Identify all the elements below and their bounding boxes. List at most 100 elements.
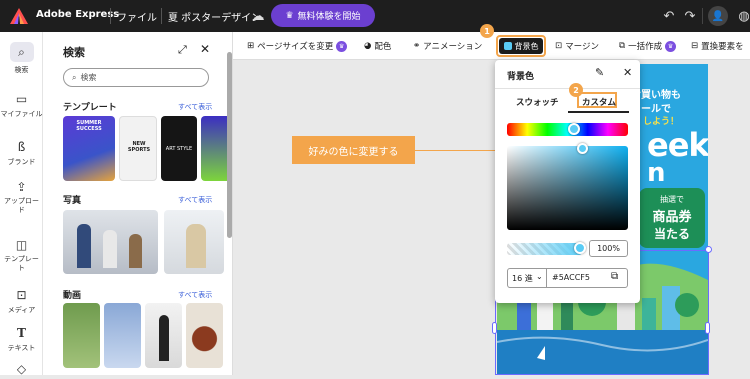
divider: [110, 8, 111, 24]
rail-item-search[interactable]: ⌕ 検索: [0, 42, 43, 75]
hue-slider-handle[interactable]: [568, 123, 580, 135]
cloud-icon: ☁: [251, 8, 265, 24]
photo-thumbnail[interactable]: [164, 210, 224, 274]
poster-badge: 抽選で 商品券 当たる: [639, 188, 705, 248]
crown-icon: ♛: [336, 40, 348, 52]
undo-icon[interactable]: ↶: [661, 8, 677, 24]
eyedropper-icon[interactable]: ✎: [595, 66, 604, 79]
rail-label: テンプレート: [4, 255, 39, 272]
video-thumbnail[interactable]: [145, 303, 182, 368]
rail-item-more[interactable]: ◇: [0, 362, 43, 379]
thumb-text: ART STYLE: [165, 146, 193, 152]
search-icon: ⌕: [72, 72, 77, 82]
resize-handle[interactable]: [705, 322, 710, 334]
see-all-link[interactable]: すべて表示: [178, 290, 212, 300]
margin-icon: ⊡: [555, 41, 563, 51]
photo-figure: [129, 234, 142, 268]
popup-title: 背景色: [507, 72, 535, 82]
section-title-photos: 写真: [63, 196, 82, 206]
step-badge-2: 2: [569, 83, 583, 97]
saturation-picker[interactable]: [507, 146, 628, 230]
redo-icon[interactable]: ↷: [682, 8, 698, 24]
rail-label: マイファイル: [0, 110, 43, 118]
rail-label: テキスト: [7, 344, 36, 352]
template-icon: ◫: [15, 238, 28, 252]
file-menu[interactable]: ファイル: [117, 9, 157, 24]
divider: [702, 8, 703, 24]
tool-label: 配色: [374, 42, 392, 52]
opacity-input[interactable]: 100%: [589, 240, 628, 257]
annotation-callout: 好みの色に変更する: [292, 136, 415, 164]
tool-label: 置換要素を: [701, 42, 744, 52]
opacity-gradient: [507, 243, 582, 255]
resize-handle[interactable]: [705, 246, 712, 253]
search-input[interactable]: ⌕ 検索: [63, 68, 209, 87]
tool-label: マージン: [565, 42, 599, 52]
photo-figure: [77, 224, 91, 268]
rail-item-templates[interactable]: ◫ テンプレート: [0, 238, 43, 273]
batch-create-button[interactable]: ⧉ 一括作成 ♛: [619, 40, 677, 52]
page-size-button[interactable]: ⊞ ページサイズを変更 ♛: [247, 40, 348, 52]
trial-button-label: 無料体験を開始: [297, 12, 361, 22]
tab-custom[interactable]: カスタム: [582, 96, 616, 108]
saturation-handle[interactable]: [577, 143, 588, 154]
poster-badge-text: 抽選で: [660, 195, 684, 204]
rail-label: アップロード: [4, 197, 39, 214]
see-all-link[interactable]: すべて表示: [178, 195, 212, 205]
shapes-icon: ◇: [16, 362, 27, 376]
video-thumbnail[interactable]: [186, 303, 223, 368]
rail-label: ブランド: [7, 158, 36, 166]
animation-button[interactable]: ⚭ アニメーション: [413, 40, 482, 52]
section-title-videos: 動画: [63, 291, 82, 301]
resize-icon: ⊞: [247, 41, 255, 51]
tab-swatch[interactable]: スウォッチ: [516, 96, 559, 108]
expand-icon[interactable]: ⤢: [178, 43, 187, 57]
close-icon[interactable]: ✕: [623, 66, 632, 79]
document-title[interactable]: 夏 ポスターデザイン: [168, 9, 261, 24]
crown-icon: ♛: [665, 40, 677, 52]
brand-icon: ß: [17, 140, 26, 154]
app-name: Adobe Express: [36, 9, 120, 20]
rail-item-myfiles[interactable]: ▭ マイファイル: [0, 92, 43, 119]
divider: [546, 268, 547, 288]
video-thumbnail[interactable]: [104, 303, 141, 368]
video-thumbnail[interactable]: [63, 303, 100, 368]
close-icon[interactable]: ✕: [200, 42, 210, 56]
copy-icon[interactable]: ⧉: [611, 271, 618, 282]
thumb-text: NEW SPORTS: [127, 141, 151, 153]
template-thumbnail[interactable]: NEW SPORTS: [119, 116, 157, 181]
rail-label: 検索: [14, 66, 29, 74]
rail-item-media[interactable]: ⊡ メディア: [0, 288, 43, 315]
poster-headline: n: [647, 158, 666, 188]
format-select[interactable]: 16 進: [512, 273, 533, 284]
opacity-slider[interactable]: [507, 243, 582, 255]
rail-item-upload[interactable]: ⇪ アップロード: [0, 180, 43, 215]
color-scheme-button[interactable]: ◕ 配色: [364, 40, 391, 52]
adobe-express-logo-icon: [10, 8, 28, 24]
video-figure: [159, 315, 169, 361]
thumb-text: SUMMER SUCCESS: [76, 120, 102, 132]
photo-thumbnail[interactable]: [63, 210, 158, 274]
poster-badge-text: 商品券: [652, 210, 692, 225]
chevron-down-icon[interactable]: ⌄: [536, 272, 543, 281]
photo-figure: [186, 224, 206, 268]
rail-item-text[interactable]: T テキスト: [0, 326, 43, 353]
search-panel: 検索 ⤢ ✕ ⌕ 検索 テンプレート すべて表示 SUMMER SUCCESS N…: [43, 32, 233, 375]
hex-input[interactable]: #5ACCF5: [552, 273, 590, 282]
trial-button[interactable]: ♛ 無料体験を開始: [271, 4, 375, 27]
replace-button[interactable]: ⊟ 置換要素を: [691, 40, 744, 52]
template-thumbnail[interactable]: SUMMER SUCCESS: [63, 116, 115, 181]
panel-scrollbar[interactable]: [227, 52, 232, 238]
opacity-handle[interactable]: [574, 242, 586, 254]
section-title-templates: テンプレート: [63, 103, 117, 113]
margin-button[interactable]: ⊡ マージン: [555, 40, 599, 52]
rail-item-brand[interactable]: ß ブランド: [0, 140, 43, 167]
crown-icon: ♛: [285, 10, 294, 21]
background-color-button[interactable]: 背景色: [499, 38, 543, 54]
resize-handle[interactable]: [492, 322, 497, 334]
see-all-link[interactable]: すべて表示: [178, 102, 212, 112]
template-thumbnail[interactable]: ART STYLE: [161, 116, 197, 181]
avatar[interactable]: 👤: [708, 6, 728, 26]
palette-icon: ◕: [364, 41, 372, 51]
lightbulb-icon[interactable]: ◍: [736, 8, 750, 24]
